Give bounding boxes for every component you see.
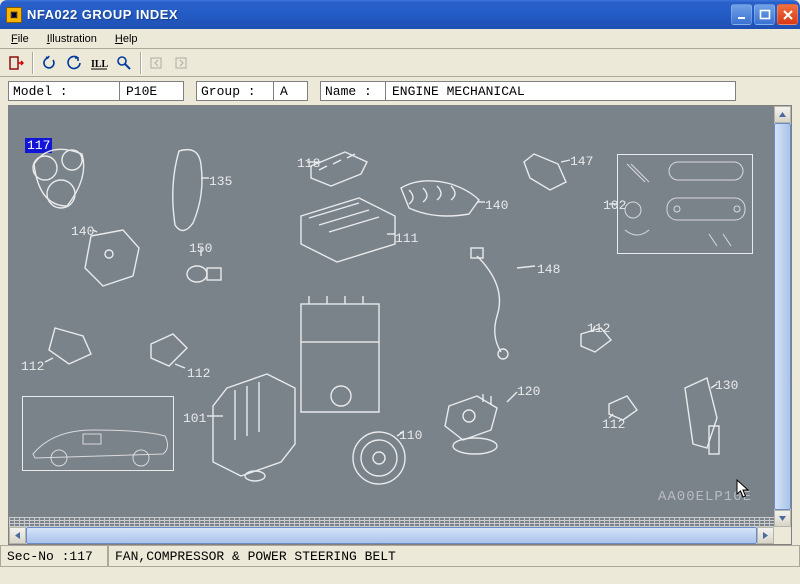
- cursor-icon: [736, 479, 750, 499]
- scroll-track[interactable]: [774, 123, 791, 510]
- toolbar-separator: [140, 52, 142, 74]
- menu-bar: File Illustration Help: [0, 29, 800, 49]
- status-bar: Sec-No :117 FAN,COMPRESSOR & POWER STEER…: [0, 545, 800, 567]
- name-label: Name :: [320, 81, 386, 101]
- scroll-track[interactable]: [26, 527, 757, 544]
- scroll-thumb[interactable]: [26, 527, 757, 544]
- ruler-strip: [9, 517, 774, 527]
- app-icon: ▣: [6, 7, 22, 23]
- model-label: Model :: [8, 81, 120, 101]
- undo-button[interactable]: [37, 51, 61, 75]
- status-secno: Sec-No :117: [0, 546, 108, 567]
- scroll-thumb[interactable]: [774, 123, 791, 510]
- toolbar-separator: [32, 52, 34, 74]
- window-buttons: [731, 4, 798, 25]
- info-fields: Model : P10E Group : A Name : ENGINE MEC…: [0, 77, 800, 105]
- illustration-list-button[interactable]: ILL: [87, 51, 111, 75]
- menu-help[interactable]: Help: [108, 31, 145, 47]
- minimize-button[interactable]: [731, 4, 752, 25]
- exit-button[interactable]: [4, 51, 28, 75]
- menu-file[interactable]: File: [4, 31, 36, 47]
- group-label: Group :: [196, 81, 274, 101]
- scroll-down-button[interactable]: [774, 510, 791, 527]
- title-bar: ▣ NFA022 GROUP INDEX: [0, 0, 800, 29]
- vertical-scrollbar[interactable]: [774, 106, 791, 527]
- diagram-viewer: 117 135 118 147 140 102 140 150 111 148 …: [8, 105, 792, 545]
- window-title: NFA022 GROUP INDEX: [27, 7, 731, 22]
- toolbar: ILL: [0, 49, 800, 77]
- model-value: P10E: [120, 81, 184, 101]
- name-value: ENGINE MECHANICAL: [386, 81, 736, 101]
- menu-illustration[interactable]: Illustration: [40, 31, 104, 47]
- search-button[interactable]: [112, 51, 136, 75]
- scroll-up-button[interactable]: [774, 106, 791, 123]
- prev-button: [145, 51, 169, 75]
- maximize-button[interactable]: [754, 4, 775, 25]
- svg-text:ILL: ILL: [91, 59, 108, 70]
- diagram-lineart: [9, 106, 769, 526]
- scroll-left-button[interactable]: [9, 527, 26, 544]
- scrollbar-corner: [774, 527, 791, 544]
- close-button[interactable]: [777, 4, 798, 25]
- group-value: A: [274, 81, 308, 101]
- status-description: FAN,COMPRESSOR & POWER STEERING BELT: [108, 546, 800, 567]
- scroll-right-button[interactable]: [757, 527, 774, 544]
- redo-button[interactable]: [62, 51, 86, 75]
- horizontal-scrollbar[interactable]: [9, 527, 774, 544]
- next-button: [170, 51, 194, 75]
- diagram-canvas[interactable]: 117 135 118 147 140 102 140 150 111 148 …: [9, 106, 774, 527]
